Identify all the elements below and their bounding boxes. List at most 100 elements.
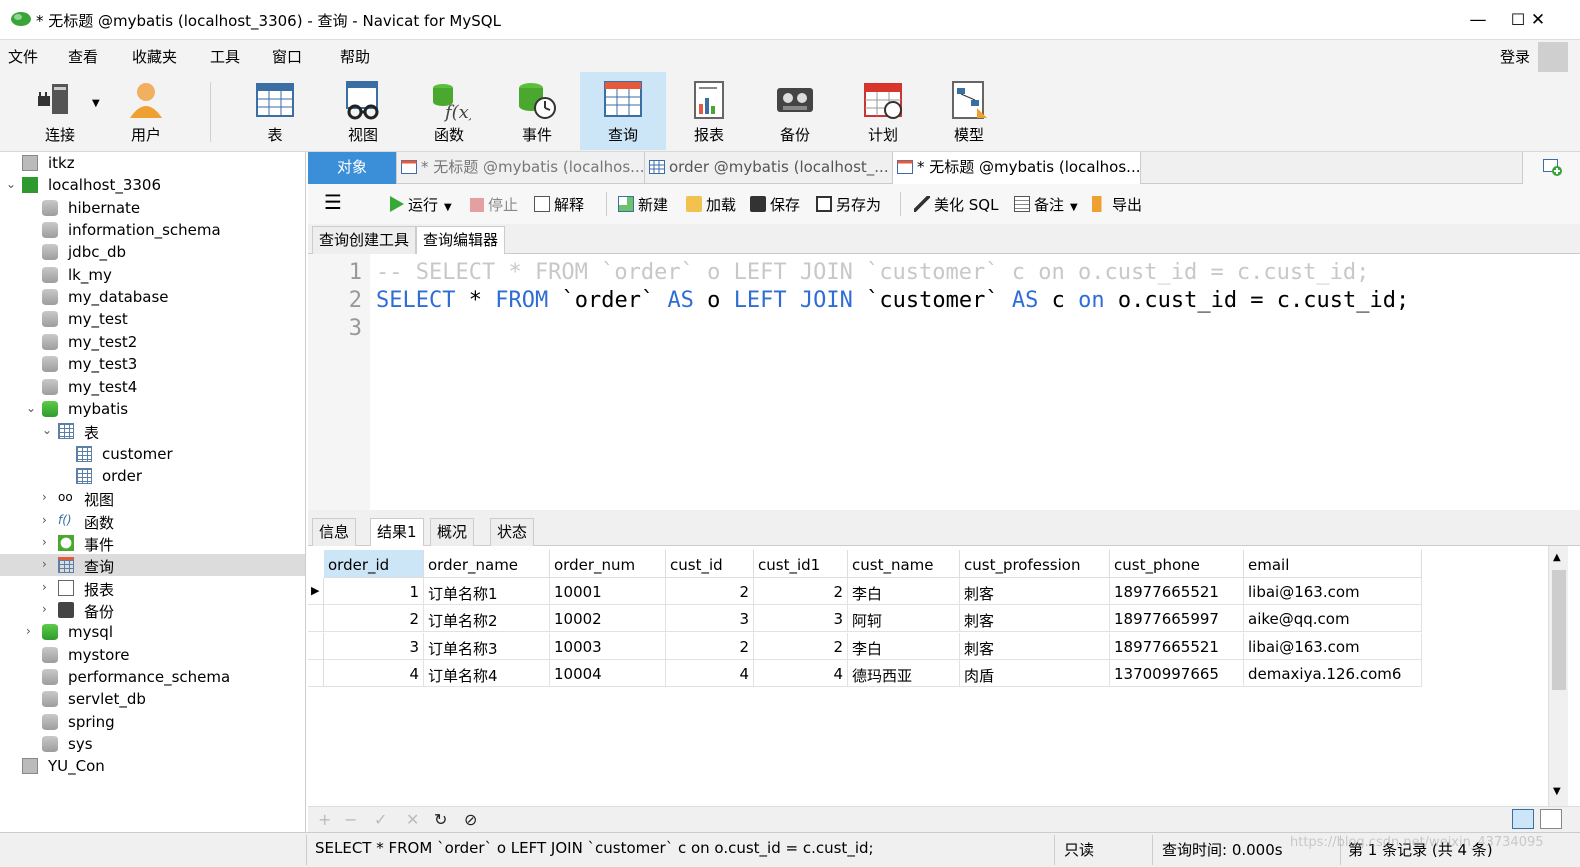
table-cell[interactable]: 2 (754, 578, 848, 605)
table-cell[interactable]: 订单名称2 (424, 605, 550, 633)
menu-window[interactable]: 窗口 (272, 46, 302, 67)
chevron-down-icon[interactable]: ⌄ (42, 423, 52, 437)
menu-tools[interactable]: 工具 (210, 46, 240, 67)
tree-item[interactable]: lk_my (0, 264, 305, 286)
tree-item[interactable]: › 事件 (0, 532, 305, 554)
table-cell[interactable]: 10001 (550, 578, 666, 605)
toolbar-connection-button[interactable]: ▼ 连接 (14, 72, 104, 150)
tab-untitled-query-1[interactable]: * 无标题 @mybatis (localhos... (397, 152, 645, 184)
table-cell[interactable]: aike@qq.com (1244, 605, 1422, 633)
table-cell[interactable]: 10003 (550, 632, 666, 660)
column-header[interactable]: order_num (550, 550, 666, 578)
login-link[interactable]: 登录 (1500, 46, 1530, 67)
discard-icon[interactable]: ✕ (406, 810, 419, 829)
tab-query-builder[interactable]: 查询创建工具 (312, 226, 417, 254)
table-cell[interactable]: 德玛西亚 (848, 659, 960, 687)
tree-item[interactable]: information_schema (0, 219, 305, 241)
row-header[interactable] (308, 659, 324, 687)
table-cell[interactable]: 肉盾 (960, 659, 1110, 687)
table-cell[interactable]: 李白 (848, 578, 960, 605)
tree-item[interactable]: ⌄ localhost_3306 (0, 174, 305, 196)
column-header[interactable]: order_id (324, 550, 424, 578)
new-query-button[interactable]: 新建 (618, 194, 668, 215)
chevron-down-icon[interactable]: ⌄ (26, 401, 36, 415)
tree-item[interactable]: › 查询 (0, 554, 305, 577)
table-cell[interactable]: 阿轲 (848, 605, 960, 633)
table-cell[interactable]: 订单名称1 (424, 578, 550, 605)
table-cell[interactable]: 2 (324, 605, 424, 633)
table-cell[interactable]: libai@163.com (1244, 632, 1422, 660)
row-header[interactable]: ▶ (308, 578, 324, 605)
column-header[interactable]: cust_id1 (754, 550, 848, 578)
column-header[interactable]: cust_id (666, 550, 754, 578)
menu-file[interactable]: 文件 (8, 46, 38, 67)
apply-icon[interactable]: ✓ (374, 810, 387, 829)
table-cell[interactable]: 2 (666, 632, 754, 660)
run-button[interactable]: 运行 ▼ (390, 194, 452, 215)
tree-item[interactable]: hibernate (0, 197, 305, 219)
table-cell[interactable]: 2 (754, 632, 848, 660)
sql-editor[interactable]: 1 2 3 -- SELECT * FROM `order` o LEFT JO… (308, 254, 1580, 510)
column-header[interactable]: order_name (424, 550, 550, 578)
table-cell[interactable]: 4 (754, 659, 848, 687)
tree-item[interactable]: › mysql (0, 621, 305, 643)
toolbar-schedule-button[interactable]: 计划 (840, 72, 926, 150)
add-record-icon[interactable]: + (318, 810, 331, 829)
save-button[interactable]: 保存 (750, 194, 800, 215)
delete-record-icon[interactable]: − (344, 810, 357, 829)
toolbar-user-button[interactable]: 用户 (110, 72, 182, 150)
toolbar-event-button[interactable]: 事件 (494, 72, 580, 150)
tab-info[interactable]: 信息 (312, 518, 357, 546)
table-cell[interactable]: 10004 (550, 659, 666, 687)
table-cell[interactable]: 1 (324, 578, 424, 605)
tree-item[interactable]: YU_Con (0, 755, 305, 777)
toolbar-view-button[interactable]: 视图 (320, 72, 406, 150)
scroll-down-icon[interactable]: ▼ (1553, 786, 1561, 797)
table-cell[interactable]: demaxiya.126.com6 (1244, 659, 1422, 687)
tree-item[interactable]: › f() 函数 (0, 510, 305, 532)
table-cell[interactable]: 4 (666, 659, 754, 687)
toolbar-backup-button[interactable]: 备份 (752, 72, 838, 150)
table-cell[interactable]: 李白 (848, 632, 960, 660)
menu-favorites[interactable]: 收藏夹 (132, 46, 177, 67)
tree-item[interactable]: my_test3 (0, 353, 305, 375)
tree-item[interactable]: › oo 视图 (0, 487, 305, 509)
table-cell[interactable]: libai@163.com (1244, 578, 1422, 605)
table-cell[interactable]: 3 (754, 605, 848, 633)
tree-item[interactable]: servlet_db (0, 688, 305, 710)
tree-item[interactable]: performance_schema (0, 666, 305, 688)
stop-fetch-icon[interactable]: ⊘ (464, 810, 477, 829)
tree-item[interactable]: mystore (0, 644, 305, 666)
tab-objects[interactable]: 对象 (308, 152, 397, 184)
table-cell[interactable]: 3 (666, 605, 754, 633)
explain-button[interactable]: 解释 (534, 194, 584, 215)
tree-item[interactable]: › 备份 (0, 599, 305, 621)
table-cell[interactable]: 13700997665 (1110, 659, 1244, 687)
table-cell[interactable]: 刺客 (960, 632, 1110, 660)
save-as-button[interactable]: 另存为 (816, 194, 881, 215)
table-cell[interactable]: 订单名称4 (424, 659, 550, 687)
chevron-right-icon[interactable]: › (26, 624, 31, 638)
table-cell[interactable]: 10002 (550, 605, 666, 633)
tab-overview[interactable]: 概况 (430, 518, 475, 546)
tree-item[interactable]: spring (0, 711, 305, 733)
chevron-right-icon[interactable]: › (42, 580, 47, 594)
table-cell[interactable]: 订单名称3 (424, 632, 550, 660)
new-tab-button[interactable] (1522, 152, 1580, 184)
comment-button[interactable]: 备注 ▼ (1014, 194, 1078, 215)
table-cell[interactable]: 4 (324, 659, 424, 687)
load-button[interactable]: 加载 (686, 194, 736, 215)
toolbar-function-button[interactable]: f(x) 函数 (406, 72, 492, 150)
row-header[interactable] (308, 605, 324, 633)
tab-result1[interactable]: 结果1 (370, 518, 424, 547)
menu-view[interactable]: 查看 (68, 46, 98, 67)
table-cell[interactable]: 18977665521 (1110, 578, 1244, 605)
toolbar-report-button[interactable]: 报表 (666, 72, 752, 150)
chevron-right-icon[interactable]: › (42, 557, 47, 571)
tab-query-editor[interactable]: 查询编辑器 (416, 226, 506, 255)
column-header[interactable]: cust_profession (960, 550, 1110, 578)
tree-item[interactable]: my_test4 (0, 376, 305, 398)
toolbar-query-button[interactable]: 查询 (580, 72, 666, 150)
chevron-right-icon[interactable]: › (42, 535, 47, 549)
grid-vertical-scrollbar[interactable]: ▲ ▼ (1548, 546, 1568, 806)
